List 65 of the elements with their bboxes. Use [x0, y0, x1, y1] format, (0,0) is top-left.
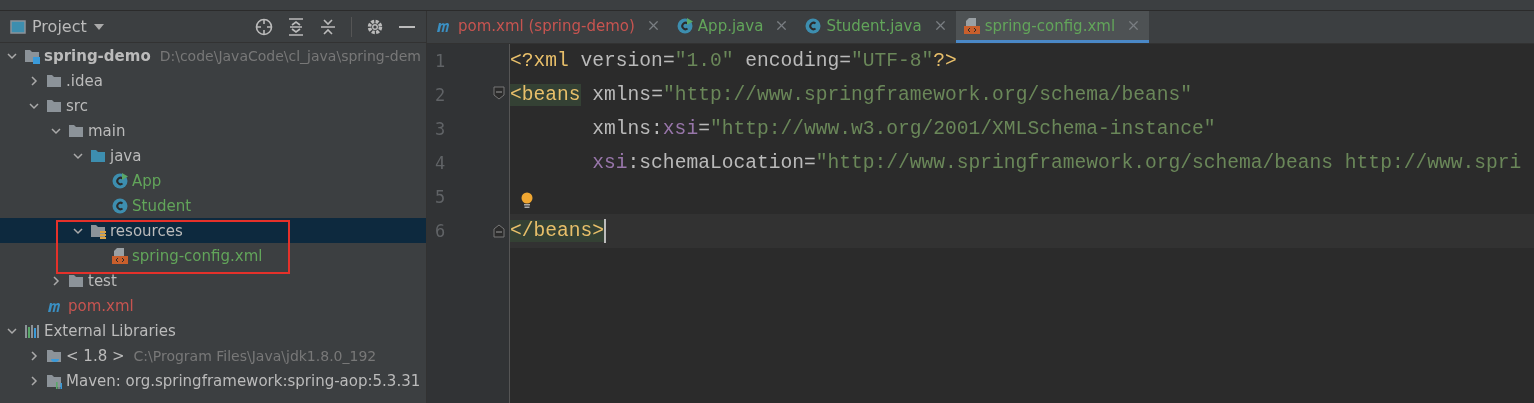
chevron-right-icon[interactable]	[50, 274, 62, 287]
fold-marker-icon[interactable]	[493, 224, 505, 238]
tree-item-label: Student	[132, 196, 192, 215]
tree-item-label: src	[66, 96, 88, 115]
tree-item-label: spring-demo	[44, 46, 151, 65]
tree-item[interactable]: java	[0, 143, 426, 168]
tree-item[interactable]: spring-demo D:\code\JavaCode\cl_java\spring-dem	[0, 43, 426, 68]
tree-item[interactable]: spring-config.xml	[0, 243, 426, 268]
tree-item[interactable]: Student	[0, 193, 426, 218]
tree-item-label: pom.xml	[68, 296, 134, 315]
tree-item-label: test	[88, 271, 117, 290]
code-line: xmlns:xsi="http://www.w3.org/2001/XMLSchema-instance"	[591, 117, 1216, 142]
settings-icon[interactable]	[366, 17, 384, 36]
chevron-right-icon[interactable]	[28, 74, 40, 87]
window-icon	[10, 18, 26, 35]
folder-icon	[68, 122, 84, 139]
locate-icon[interactable]	[255, 17, 273, 36]
code-line: xsi:schemaLocation="http://www.springframework.org/schema/beans http://www.spri	[591, 151, 1522, 176]
resources-folder-icon	[90, 222, 106, 239]
lightbulb-icon[interactable]	[520, 192, 534, 210]
folder-icon	[46, 72, 62, 89]
path-label: D:\code\JavaCode\cl_java\spring-dem	[159, 47, 421, 64]
tree-item-label: Maven: org.springframework:spring-aop:5.3.31	[66, 371, 421, 390]
code-line: <?xml version="1.0" encoding="UTF-8"?>	[510, 49, 957, 74]
tree-item[interactable]: resources	[0, 218, 426, 243]
editor-tab[interactable]: Student.java	[797, 11, 956, 43]
jdk-folder-icon	[46, 347, 62, 364]
tree-item[interactable]: Maven: org.springframework:spring-aop:5.3.31	[0, 368, 426, 393]
runnable-class-icon	[112, 172, 128, 189]
path-label: C:\Program Files\Java\jdk1.8.0_192	[133, 347, 377, 364]
fold-marker-icon[interactable]	[493, 86, 505, 100]
tree-item[interactable]: < 1.8 > C:\Program Files\Java\jdk1.8.0_192	[0, 343, 426, 368]
tree-item-label: < 1.8 >	[66, 346, 125, 365]
tree-item-label: .idea	[66, 71, 103, 90]
text-cursor	[604, 219, 607, 243]
tree-item-label: main	[88, 121, 126, 140]
tree-item[interactable]: src	[0, 93, 426, 118]
module-folder-icon	[24, 47, 40, 64]
tree-item[interactable]: main	[0, 118, 426, 143]
folder-icon	[68, 272, 84, 289]
runnable-class-icon	[676, 17, 693, 34]
chevron-right-icon[interactable]	[28, 349, 40, 362]
tree-item-label: App	[132, 171, 162, 190]
folder-icon	[46, 97, 62, 114]
tree-item-label: External Libraries	[44, 321, 176, 340]
class-icon	[805, 17, 822, 34]
code-line: <beans xmlns="http://www.springframework.org/schema/beans"	[510, 83, 1192, 108]
xml-file-icon	[963, 17, 980, 34]
panel-title: Project	[32, 17, 87, 36]
libraries-icon	[24, 322, 40, 339]
xml-file-icon	[112, 247, 128, 264]
chevron-right-icon[interactable]	[28, 374, 40, 387]
tree-item-label: resources	[110, 221, 183, 240]
collapse-all-icon[interactable]	[319, 17, 337, 36]
folder-icon	[90, 147, 106, 164]
class-icon	[112, 197, 128, 214]
tree-item[interactable]: External Libraries	[0, 318, 426, 343]
tree-item-label: java	[110, 146, 142, 165]
tree-item[interactable]: App	[0, 168, 426, 193]
tree-item[interactable]: test	[0, 268, 426, 293]
expand-all-icon[interactable]	[287, 17, 305, 36]
library-icon	[46, 372, 62, 389]
tree-item-label: spring-config.xml	[132, 246, 263, 265]
editor-tab[interactable]: App.java	[668, 11, 798, 43]
tree-item[interactable]: .idea	[0, 68, 426, 93]
